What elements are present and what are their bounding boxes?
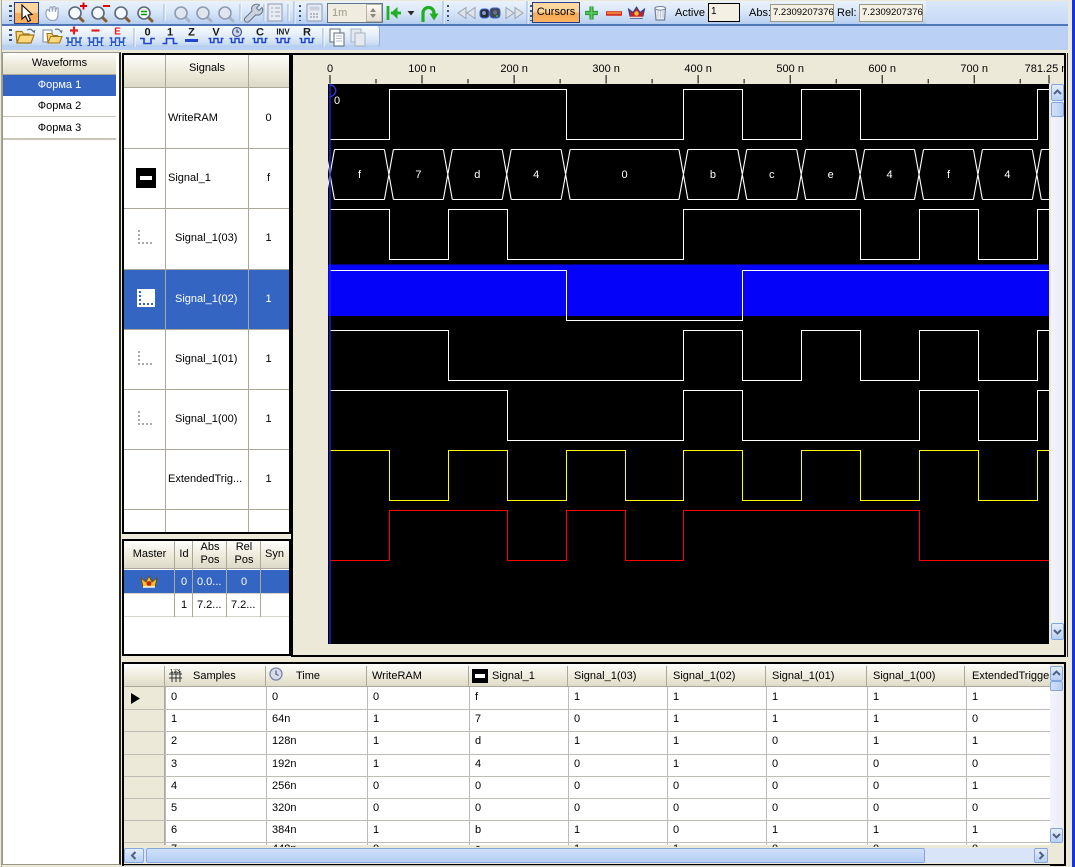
svg-text:c: c (769, 169, 775, 181)
svg-text:4: 4 (1004, 169, 1010, 181)
svg-text:b: b (710, 169, 716, 181)
svg-text:7: 7 (415, 169, 421, 181)
svg-text:f: f (358, 169, 362, 181)
svg-text:4: 4 (533, 169, 539, 181)
svg-text:100 n: 100 n (408, 63, 436, 75)
svg-text:e: e (828, 169, 834, 181)
svg-text:123: 123 (170, 669, 181, 675)
svg-text:400 n: 400 n (684, 63, 712, 75)
svg-text:E: E (114, 27, 121, 38)
svg-text:V: V (212, 27, 220, 39)
svg-text:700 n: 700 n (960, 63, 988, 75)
svg-text:INV: INV (276, 28, 290, 37)
svg-text:0: 0 (621, 169, 627, 181)
svg-text:300 n: 300 n (592, 63, 620, 75)
svg-text:0: 0 (327, 63, 333, 75)
svg-text:200 n: 200 n (500, 63, 528, 75)
svg-text:4: 4 (887, 169, 893, 181)
svg-text:Z: Z (188, 27, 195, 39)
svg-text:d: d (474, 169, 480, 181)
svg-text:781.25 n: 781.25 n (1025, 63, 1065, 75)
svg-text:R: R (303, 27, 311, 39)
svg-text:C: C (256, 27, 264, 39)
svg-text:0: 0 (334, 95, 340, 107)
svg-text:1: 1 (167, 27, 173, 39)
svg-text:f: f (947, 169, 951, 181)
svg-text:0: 0 (144, 27, 150, 39)
svg-text:600 n: 600 n (868, 63, 896, 75)
svg-text:500 n: 500 n (776, 63, 804, 75)
